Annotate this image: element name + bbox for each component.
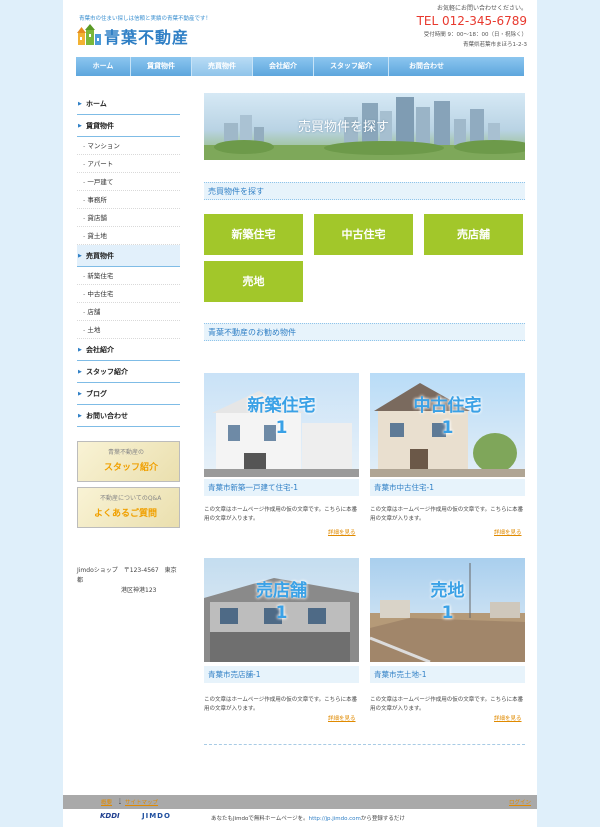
sidebar-item-rental[interactable]: 賃貸物件 [77, 115, 180, 137]
footer-separator: | [119, 798, 121, 804]
sidebar-subitem[interactable]: 事務所 [77, 191, 180, 209]
sidebar-item-sale[interactable]: 売買物件 [77, 245, 180, 267]
staff-banner-title: スタッフ紹介 [104, 463, 159, 473]
jimdo-promo-text-2: から登録するだけ [360, 816, 405, 822]
header-address: 青葉県若葉市まほろ1-2-3 [463, 42, 527, 48]
header-tel: TEL 012-345-6789 [416, 14, 527, 28]
sidebar-subitem[interactable]: 貸土地 [77, 227, 180, 245]
header-contact-block: お気軽にお問い合わせください。 TEL 012-345-6789 受付時間 9：… [417, 3, 527, 48]
sidebar-subitem[interactable]: 新築住宅 [77, 267, 180, 285]
nav-company[interactable]: 会社紹介 [253, 57, 314, 76]
property-overlay-number: 1 [441, 418, 454, 438]
property-detail-link[interactable]: 詳細を見る [494, 714, 522, 722]
footer-login-link[interactable]: ログイン [509, 798, 531, 806]
jimdo-signup-link[interactable]: http://jp.jimdo.com [309, 816, 361, 822]
category-land-button[interactable]: 売地 [204, 261, 303, 302]
sidebar-subitem[interactable]: 貸店舗 [77, 209, 180, 227]
property-overlay-type: 中古住宅 [413, 396, 482, 416]
property-image[interactable]: 新築住宅 1 [204, 373, 359, 477]
nav-contact[interactable]: お問合わせ [389, 57, 464, 76]
nav-staff[interactable]: スタッフ紹介 [314, 57, 389, 76]
site-header: 青葉市の住まい探しは信頼と実績の青葉不動産です！ 青葉不動産 お気軽にお問い合わ… [63, 0, 537, 56]
sidebar-subitem[interactable]: 土地 [77, 321, 180, 339]
property-overlay-number: 1 [275, 603, 288, 623]
property-detail-link[interactable]: 詳細を見る [328, 528, 356, 536]
sidebar-item-home[interactable]: ホーム [77, 93, 180, 115]
header-hours: 受付時間 9：00～18：00（日・祝除く） [423, 32, 527, 38]
global-nav: ホーム 賃貸物件 売買物件 会社紹介 スタッフ紹介 お問合わせ [76, 57, 524, 76]
property-title-link[interactable]: 青葉市中古住宅-1 [370, 479, 525, 496]
sidebar-nav: ホーム 賃貸物件 マンション アパート 一戸建て 事務所 貸店舗 貸土地 売買物… [77, 93, 180, 427]
property-image[interactable]: 売地 1 [370, 558, 525, 662]
sidebar-item-contact[interactable]: お問い合わせ [77, 405, 180, 427]
house-logo-icon[interactable] [77, 24, 102, 46]
sidebar-item-company[interactable]: 会社紹介 [77, 339, 180, 361]
nav-home[interactable]: ホーム [76, 57, 131, 76]
property-description: この文章はホームページ作成用の仮の文章です。こちらに本番用の文章が入ります。 [370, 697, 524, 712]
property-description: この文章はホームページ作成用の仮の文章です。こちらに本番用の文章が入ります。 [204, 697, 358, 712]
property-overlay: 売店舗 1 [204, 580, 359, 624]
sidebar-subitem[interactable]: マンション [77, 137, 180, 155]
footer-sitemap-link[interactable]: サイトマップ [125, 798, 158, 806]
property-overlay-type: 売地 [430, 581, 465, 601]
header-contact-text: お気軽にお問い合わせください。 [436, 5, 527, 12]
sidebar-subitem[interactable]: 中古住宅 [77, 285, 180, 303]
property-overlay: 中古住宅 1 [370, 395, 525, 439]
staff-banner-subtitle: 青葉不動産の [108, 449, 145, 456]
section-heading-search: 売買物件を探す [204, 182, 525, 200]
property-image[interactable]: 売店舗 1 [204, 558, 359, 662]
jimdo-promo-text: あなたもJimdoで無料ホームページを。http://jp.jimdo.comか… [211, 814, 405, 822]
property-title-link[interactable]: 青葉市売店舗-1 [204, 666, 359, 683]
staff-banner[interactable]: 青葉不動産の スタッフ紹介 [77, 441, 180, 482]
faq-banner-subtitle: 不動産についてのQ&A [100, 495, 162, 502]
content-divider [204, 744, 525, 745]
jimdo-promo-bar: KDDI JIMDO あなたもJimdoで無料ホームページを。http://jp… [63, 809, 537, 827]
property-overlay-number: 1 [441, 603, 454, 623]
footer-about-link[interactable]: 概要 [101, 798, 112, 806]
faq-banner[interactable]: 不動産についてのQ&A よくあるご質問 [77, 487, 180, 528]
section-heading-recommended: 青葉不動産のお勧め物件 [204, 323, 525, 341]
sidebar-item-staff[interactable]: スタッフ紹介 [77, 361, 180, 383]
jimdo-logo[interactable]: JIMDO [142, 812, 171, 820]
category-used-house-button[interactable]: 中古住宅 [314, 214, 413, 255]
property-description: この文章はホームページ作成用の仮の文章です。こちらに本番用の文章が入ります。 [370, 507, 524, 522]
sidebar-address-line1: Jimdoショップ 〒123-4567 東京都 [77, 567, 177, 584]
faq-banner-title: よくあるご質問 [94, 509, 158, 519]
nav-rental[interactable]: 賃貸物件 [131, 57, 192, 76]
property-detail-link[interactable]: 詳細を見る [328, 714, 356, 722]
property-detail-link[interactable]: 詳細を見る [494, 528, 522, 536]
property-overlay-type: 売店舗 [256, 581, 307, 601]
jimdo-promo-text-1: あなたもJimdoで無料ホームページを。 [211, 816, 309, 822]
property-overlay: 売地 1 [370, 580, 525, 624]
property-overlay-number: 1 [275, 418, 288, 438]
hero-title: 売買物件を探す [298, 120, 390, 135]
site-logo[interactable]: 青葉不動産 [104, 24, 189, 48]
category-store-button[interactable]: 売店舗 [424, 214, 523, 255]
sidebar-address-line2: 港区神港123 [121, 587, 157, 594]
footer-bar: 概要 | サイトマップ ログイン [63, 795, 537, 809]
sidebar-address: Jimdoショップ 〒123-4567 東京都 港区神港123 [77, 566, 180, 596]
sidebar-subitem[interactable]: アパート [77, 155, 180, 173]
header-tagline: 青葉市の住まい探しは信頼と実績の青葉不動産です！ [79, 16, 212, 22]
kddi-logo[interactable]: KDDI [100, 812, 120, 820]
category-new-house-button[interactable]: 新築住宅 [204, 214, 303, 255]
sidebar-item-blog[interactable]: ブログ [77, 383, 180, 405]
property-overlay: 新築住宅 1 [204, 395, 359, 439]
property-title-link[interactable]: 青葉市売土地-1 [370, 666, 525, 683]
hero-banner: 売買物件を探す [204, 93, 525, 160]
sidebar-subitem[interactable]: 店舗 [77, 303, 180, 321]
sidebar-subitem[interactable]: 一戸建て [77, 173, 180, 191]
property-description: この文章はホームページ作成用の仮の文章です。こちらに本番用の文章が入ります。 [204, 507, 358, 522]
property-overlay-type: 新築住宅 [247, 396, 316, 416]
nav-sale[interactable]: 売買物件 [192, 57, 253, 76]
property-image[interactable]: 中古住宅 1 [370, 373, 525, 477]
property-title-link[interactable]: 青葉市新築一戸建て住宅-1 [204, 479, 359, 496]
